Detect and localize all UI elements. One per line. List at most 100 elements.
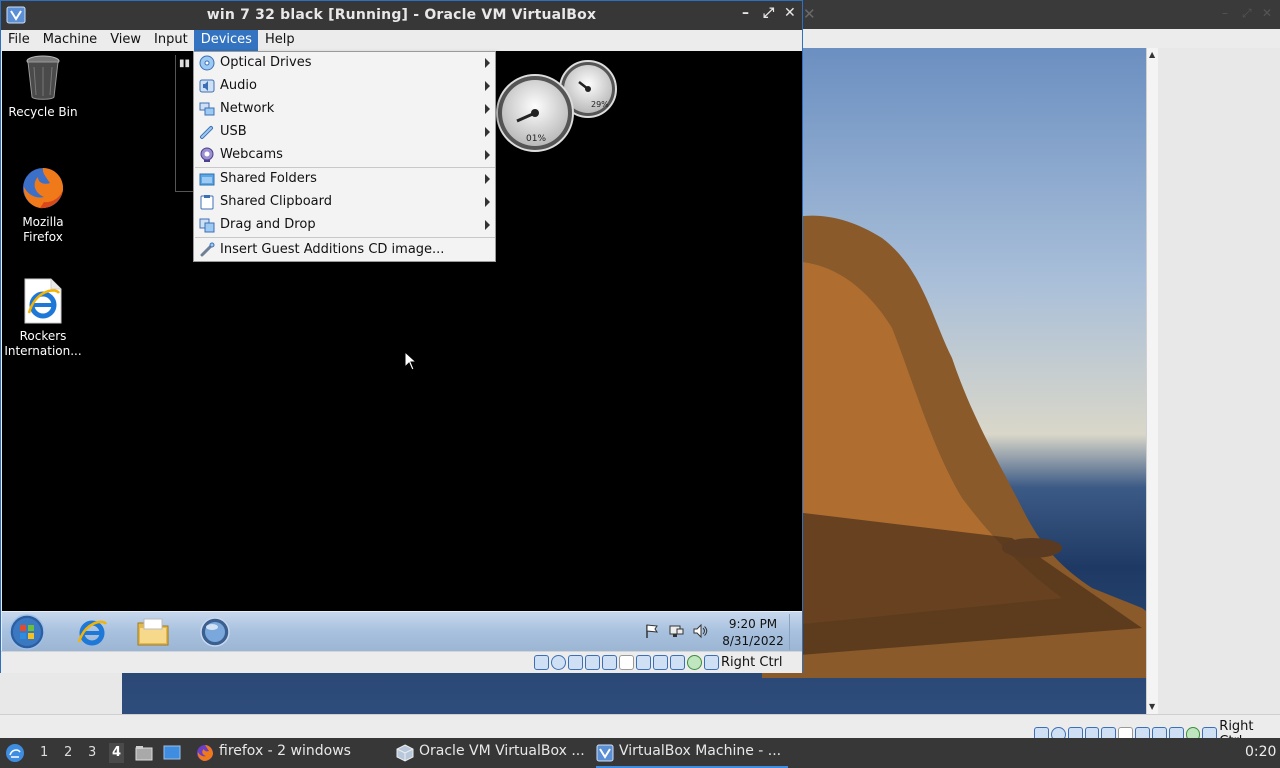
task-virtualbox-machine[interactable]: VirtualBox Machine - ...	[596, 738, 788, 768]
audio-icon	[199, 79, 215, 93]
virtualbox-icon	[396, 744, 414, 762]
task-label: firefox - 2 windows	[219, 743, 351, 759]
menu-input[interactable]: Input	[147, 30, 194, 51]
optical-drive-icon[interactable]	[551, 655, 566, 670]
submenu-arrow-icon	[485, 197, 490, 207]
desktop-icon-recycle-bin[interactable]: Recycle Bin	[2, 55, 84, 120]
drag-drop-icon	[199, 218, 215, 233]
guest-taskbar: 9:20 PM 8/31/2022	[2, 611, 802, 651]
network-icon[interactable]	[585, 655, 600, 670]
status-device-icons: Right Ctrl	[534, 655, 783, 670]
devices-dropdown-menu: Optical Drives Audio Network USB Webcams…	[193, 51, 496, 262]
cpu-icon[interactable]	[670, 655, 685, 670]
hard-disk-icon[interactable]	[534, 655, 549, 670]
mouse-cursor-icon	[404, 351, 418, 371]
recording-icon[interactable]	[653, 655, 668, 670]
menu-machine[interactable]: Machine	[36, 30, 103, 51]
menu-item-label: Network	[220, 101, 275, 116]
submenu-arrow-icon	[485, 58, 490, 68]
desktop-icon-label: Mozilla Firefox	[22, 215, 64, 244]
vt-x-icon[interactable]	[687, 655, 702, 670]
desktop-icon-firefox[interactable]: Mozilla Firefox	[2, 165, 84, 245]
desktop-icon[interactable]	[163, 744, 181, 762]
memory-gauge-value: 29%	[591, 100, 609, 109]
maximize-icon[interactable]: ⤢	[763, 5, 774, 21]
volume-icon[interactable]	[692, 623, 708, 639]
show-desktop-button[interactable]	[789, 614, 799, 650]
menu-devices[interactable]: Devices	[193, 30, 258, 51]
task-label: VirtualBox Machine - ...	[619, 743, 782, 759]
close-icon[interactable]: ✕	[784, 5, 796, 21]
workspace-1[interactable]: 1	[40, 745, 48, 760]
shared-folder-icon[interactable]	[619, 655, 634, 670]
workspace-4[interactable]: 4	[109, 743, 125, 763]
host-clock[interactable]: 0:20	[1245, 744, 1276, 760]
desktop-icon-label: Recycle Bin	[8, 105, 78, 119]
menu-item-label: Shared Clipboard	[220, 194, 332, 209]
application-menu-icon[interactable]	[5, 743, 25, 763]
file-manager-icon[interactable]	[135, 744, 153, 762]
vertical-scrollbar[interactable]: ▲ ▼	[1146, 48, 1158, 714]
gadget-handle-icon[interactable]: ▮▮	[179, 58, 190, 69]
workspace-3[interactable]: 3	[88, 745, 96, 760]
menu-separator	[195, 237, 495, 238]
menu-view[interactable]: View	[103, 30, 147, 51]
menu-file[interactable]: File	[1, 30, 36, 51]
vm-status-bar: Right Ctrl	[1, 651, 802, 673]
usb-icon[interactable]	[602, 655, 617, 670]
minimize-icon[interactable]: –	[1222, 6, 1228, 20]
virtualbox-icon	[596, 744, 614, 762]
maximize-icon[interactable]: ⤢	[1242, 6, 1252, 21]
network-icon[interactable]	[668, 623, 684, 639]
display-icon[interactable]	[636, 655, 651, 670]
window-titlebar[interactable]: win 7 32 black [Running] - Oracle VM Vir…	[1, 1, 802, 30]
desktop-icon-internet-explorer[interactable]: Rockers Internation...	[2, 277, 84, 359]
optical-drive-icon	[199, 55, 215, 71]
task-firefox[interactable]: firefox - 2 windows	[196, 738, 376, 768]
file-explorer-icon[interactable]	[136, 615, 170, 649]
usb-icon	[200, 126, 213, 139]
close-icon[interactable]: ✕	[1262, 6, 1272, 20]
menu-item-webcams[interactable]: Webcams	[194, 144, 495, 167]
menu-item-optical-drives[interactable]: Optical Drives	[194, 52, 495, 75]
menu-item-shared-folders[interactable]: Shared Folders	[194, 168, 495, 191]
background-status-bar: Right Ctrl	[0, 714, 1280, 749]
audio-icon[interactable]	[568, 655, 583, 670]
internet-explorer-icon[interactable]	[75, 615, 109, 649]
internet-explorer-icon	[24, 278, 62, 324]
minimize-icon[interactable]: –	[742, 5, 749, 21]
menu-item-drag-and-drop[interactable]: Drag and Drop	[194, 214, 495, 237]
scroll-down-icon[interactable]: ▼	[1149, 702, 1155, 711]
task-oracle-vm-virtualbox[interactable]: Oracle VM VirtualBox ...	[396, 738, 586, 768]
menu-item-insert-guest-additions[interactable]: Insert Guest Additions CD image...	[194, 239, 495, 262]
cpu-gauge-value: 01%	[526, 134, 546, 144]
webcam-icon	[200, 147, 214, 162]
task-label: Oracle VM VirtualBox ...	[419, 743, 585, 759]
mouse-integration-icon[interactable]	[704, 655, 719, 670]
cpu-meter-gadget[interactable]: 29% 01%	[495, 57, 625, 157]
action-center-flag-icon[interactable]	[644, 623, 660, 639]
menu-item-usb[interactable]: USB	[194, 121, 495, 144]
start-orb-icon[interactable]	[7, 614, 47, 650]
submenu-arrow-icon	[485, 127, 490, 137]
virtualbox-vm-window[interactable]: win 7 32 black [Running] - Oracle VM Vir…	[0, 0, 803, 673]
submenu-arrow-icon	[485, 104, 490, 114]
menu-item-label: Insert Guest Additions CD image...	[220, 242, 445, 257]
guest-additions-icon	[200, 242, 215, 257]
menu-help[interactable]: Help	[258, 30, 301, 51]
window-title: win 7 32 black [Running] - Oracle VM Vir…	[206, 7, 597, 23]
menu-item-label: Webcams	[220, 147, 283, 162]
menu-item-shared-clipboard[interactable]: Shared Clipboard	[194, 191, 495, 214]
workspace-2[interactable]: 2	[64, 745, 72, 760]
guest-system-tray	[644, 623, 708, 639]
shared-folder-icon	[199, 173, 215, 186]
network-icon	[199, 102, 215, 116]
menu-item-network[interactable]: Network	[194, 98, 495, 121]
firefox-icon	[23, 168, 64, 209]
guest-clock[interactable]: 9:20 PM 8/31/2022	[718, 616, 788, 650]
scroll-up-icon[interactable]: ▲	[1149, 50, 1155, 59]
close-icon[interactable]: ✕	[803, 5, 816, 23]
recycle-bin-icon	[26, 55, 60, 100]
media-center-icon[interactable]	[198, 615, 232, 649]
menu-item-audio[interactable]: Audio	[194, 75, 495, 98]
